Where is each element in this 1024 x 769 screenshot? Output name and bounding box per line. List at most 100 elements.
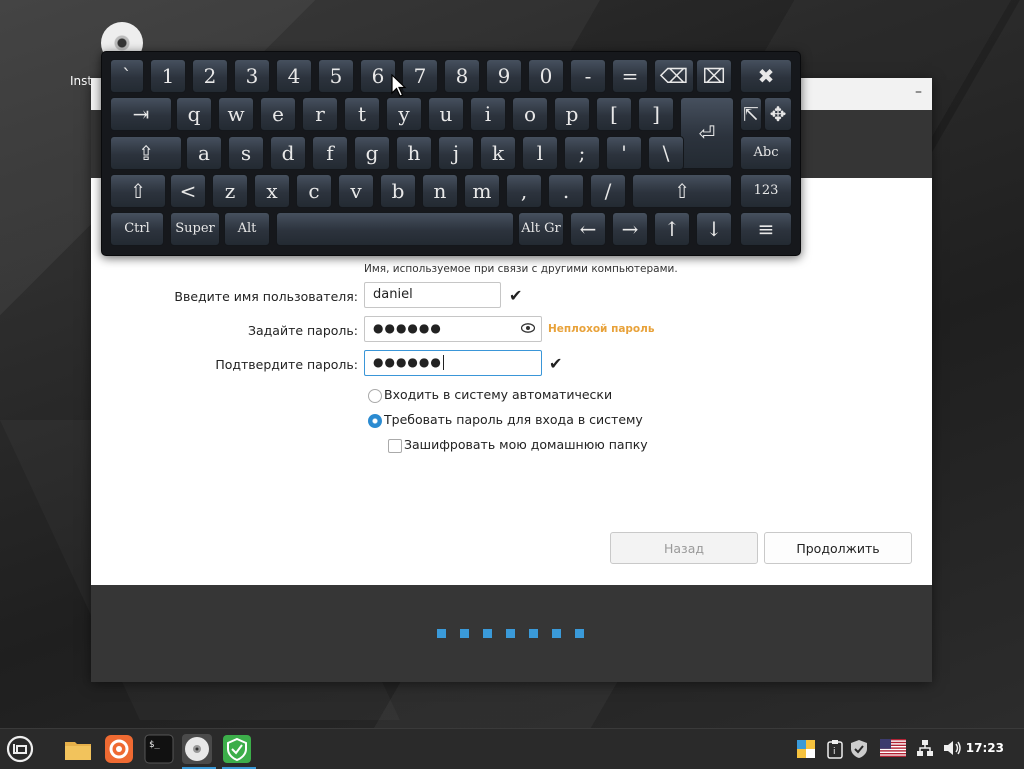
login-require-password-label: Требовать пароль для входа в систему (384, 412, 643, 427)
osk-key[interactable]: = (612, 59, 648, 93)
osk-key[interactable]: Alt Gr (518, 212, 564, 246)
osk-key[interactable]: ← (570, 212, 606, 246)
osk-key[interactable]: j (438, 136, 474, 170)
osk-key[interactable]: 1 (150, 59, 186, 93)
osk-key[interactable]: h (396, 136, 432, 170)
mouse-cursor-icon (391, 74, 407, 97)
shield-icon[interactable] (850, 739, 868, 759)
osk-key[interactable]: 8 (444, 59, 480, 93)
osk-key[interactable]: ≡ (740, 212, 792, 246)
osk-key[interactable]: e (260, 97, 296, 131)
osk-key[interactable]: ✥ (764, 97, 792, 131)
osk-key[interactable]: p (554, 97, 590, 131)
us-flag-icon[interactable] (880, 739, 906, 757)
osk-key[interactable]: 4 (276, 59, 312, 93)
osk-key[interactable] (276, 212, 514, 246)
osk-key[interactable]: q (176, 97, 212, 131)
progress-step (529, 629, 538, 638)
disc-icon (185, 737, 209, 761)
osk-key[interactable]: ⏎ (680, 97, 734, 169)
osk-key[interactable]: c (296, 174, 332, 208)
osk-key[interactable]: u (428, 97, 464, 131)
installer-taskbar-button[interactable] (182, 734, 212, 764)
osk-key[interactable]: b (380, 174, 416, 208)
network-icon[interactable] (916, 739, 934, 757)
osk-key[interactable]: \ (648, 136, 684, 170)
osk-key[interactable]: ⌫ (654, 59, 694, 93)
osk-key[interactable]: ' (606, 136, 642, 170)
osk-key[interactable]: ⌧ (696, 59, 732, 93)
osk-key[interactable]: < (170, 174, 206, 208)
osk-key[interactable]: v (338, 174, 374, 208)
minimize-button[interactable]: – (915, 84, 922, 100)
login-require-password-radio[interactable] (368, 414, 382, 428)
confirm-password-field[interactable]: ●●●●●● (364, 350, 542, 376)
osk-key[interactable]: ] (638, 97, 674, 131)
osk-key[interactable]: l (522, 136, 558, 170)
osk-key[interactable]: i (470, 97, 506, 131)
osk-key[interactable]: ; (564, 136, 600, 170)
osk-key[interactable]: t (344, 97, 380, 131)
volume-icon[interactable] (942, 739, 962, 757)
osk-key[interactable]: ` (110, 59, 144, 93)
eye-icon[interactable] (521, 323, 535, 333)
osk-key[interactable]: ↑ (654, 212, 690, 246)
osk-key[interactable]: ↓ (696, 212, 732, 246)
osk-key[interactable]: d (270, 136, 306, 170)
osk-key[interactable]: 9 (486, 59, 522, 93)
osk-key[interactable]: Alt (224, 212, 270, 246)
osk-key[interactable]: r (302, 97, 338, 131)
osk-key[interactable]: x (254, 174, 290, 208)
osk-key[interactable]: 0 (528, 59, 564, 93)
osk-key[interactable]: w (218, 97, 254, 131)
color-icon[interactable] (796, 739, 816, 759)
clipboard-icon[interactable]: i (826, 739, 844, 759)
osk-key[interactable]: - (570, 59, 606, 93)
osk-key[interactable]: ⇧ (110, 174, 166, 208)
back-button[interactable]: Назад (610, 532, 758, 564)
encrypt-home-checkbox[interactable] (388, 439, 402, 453)
osk-key[interactable]: y (386, 97, 422, 131)
osk-key[interactable]: 123 (740, 174, 792, 208)
osk-key[interactable]: z (212, 174, 248, 208)
password-field[interactable]: ●●●●●● (364, 316, 542, 342)
continue-button[interactable]: Продолжить (764, 532, 912, 564)
files-button[interactable] (63, 734, 93, 764)
osk-key[interactable]: Ctrl (110, 212, 164, 246)
login-auto-radio[interactable] (368, 389, 382, 403)
osk-key[interactable]: Abc (740, 136, 792, 170)
osk-key[interactable]: g (354, 136, 390, 170)
osk-key[interactable]: ⇥ (110, 97, 172, 131)
osk-key[interactable]: [ (596, 97, 632, 131)
username-field[interactable]: daniel (364, 282, 501, 308)
osk-key[interactable]: f (312, 136, 348, 170)
terminal-button[interactable]: $_ (144, 734, 174, 764)
menu-button[interactable] (5, 734, 35, 764)
osk-key[interactable]: o (512, 97, 548, 131)
osk-key[interactable]: a (186, 136, 222, 170)
osk-key[interactable]: n (422, 174, 458, 208)
mint-menu-icon (6, 735, 34, 763)
terminal-icon: $_ (144, 734, 174, 764)
osk-key[interactable]: 3 (234, 59, 270, 93)
progress-step (506, 629, 515, 638)
osk-key[interactable]: , (506, 174, 542, 208)
osk-key[interactable]: ✖ (740, 59, 792, 93)
osk-key[interactable]: . (548, 174, 584, 208)
osk-key[interactable]: k (480, 136, 516, 170)
osk-key[interactable]: → (612, 212, 648, 246)
osk-key[interactable]: ⇧ (632, 174, 732, 208)
osk-key[interactable]: 5 (318, 59, 354, 93)
osk-key[interactable]: Super (170, 212, 220, 246)
osk-key[interactable]: / (590, 174, 626, 208)
update-manager-button[interactable] (222, 734, 252, 764)
progress-step (437, 629, 446, 638)
osk-key[interactable]: ⇱ (740, 97, 762, 131)
osk-key[interactable]: ⇪ (110, 136, 182, 170)
osk-key[interactable]: s (228, 136, 264, 170)
osk-key[interactable]: m (464, 174, 500, 208)
clock[interactable]: 17:23 (966, 741, 1004, 755)
osk-key[interactable]: 2 (192, 59, 228, 93)
firefox-button[interactable] (104, 734, 134, 764)
folder-icon (65, 742, 91, 760)
